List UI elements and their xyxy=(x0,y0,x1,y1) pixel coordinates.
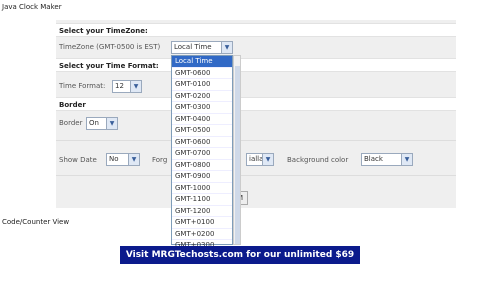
dropdown-scrollbar[interactable] xyxy=(233,55,241,245)
chevron-down-icon[interactable]: ▼ xyxy=(128,154,139,165)
show-date-label: Show Date xyxy=(59,156,97,164)
border-select[interactable]: On ▼ xyxy=(86,117,118,130)
dropdown-option[interactable]: GMT-0300 xyxy=(172,102,232,114)
dropdown-option[interactable]: GMT-0200 xyxy=(172,91,232,102)
timezone-dropdown-list[interactable]: Local Time GMT-0600 GMT-0100 GMT-0200 GMT-03… xyxy=(171,55,233,252)
timeformat-select-value: 12 xyxy=(115,82,124,90)
dropdown-option[interactable]: GMT-0400 xyxy=(172,114,232,125)
chevron-down-icon[interactable]: ▼ xyxy=(221,42,232,53)
chevron-down-icon[interactable]: ▼ xyxy=(401,154,412,165)
background-color-select-value: Black xyxy=(364,155,383,163)
dropdown-option[interactable]: GMT-1000 xyxy=(172,183,232,194)
font-select[interactable]: ialla ▼ xyxy=(246,153,274,166)
dropdown-option[interactable]: GMT-0600 xyxy=(172,137,232,148)
settings-panel: Select your TimeZone: TimeZone (GMT-0500… xyxy=(56,20,456,208)
dropdown-option[interactable]: GMT-0900 xyxy=(172,171,232,183)
dropdown-option[interactable]: GMT-0500 xyxy=(172,125,232,137)
chevron-down-icon[interactable]: ▼ xyxy=(106,118,117,129)
border-label: Border xyxy=(59,119,83,127)
timezone-select[interactable]: Local Time ▼ xyxy=(171,41,233,54)
dropdown-option[interactable]: GMT+0200 xyxy=(172,229,232,240)
ad-banner[interactable]: Visit MRGTechosts.com for our unlimited … xyxy=(120,246,360,278)
dropdown-option[interactable]: GMT-0700 xyxy=(172,148,232,160)
show-date-select[interactable]: No ▼ xyxy=(106,153,140,166)
app-title: Java Clock Maker xyxy=(2,3,62,11)
border-select-value: On xyxy=(89,119,99,127)
border-header: Border xyxy=(56,97,456,111)
divider xyxy=(56,175,456,176)
timeformat-select[interactable]: 12 ▼ xyxy=(112,80,142,93)
timezone-label: TimeZone (GMT-0500 is EST) xyxy=(59,43,161,51)
show-date-select-value: No xyxy=(109,155,119,163)
code-counter-view-label: Code/Counter View xyxy=(2,218,70,226)
timeformat-label: Time Format: xyxy=(59,82,106,90)
dropdown-option[interactable]: GMT-0800 xyxy=(172,160,232,171)
dropdown-option[interactable]: GMT-0100 xyxy=(172,79,232,91)
timeformat-header: Select your Time Format: xyxy=(56,58,456,72)
dropdown-option[interactable]: Local Time xyxy=(172,56,232,68)
chevron-down-icon[interactable]: ▼ xyxy=(262,154,273,165)
timezone-header: Select your TimeZone: xyxy=(56,23,456,37)
divider xyxy=(56,140,456,141)
scrollbar-thumb[interactable] xyxy=(235,66,240,244)
background-color-select[interactable]: Black ▼ xyxy=(361,153,413,166)
dropdown-option[interactable]: GMT+0100 xyxy=(172,217,232,229)
dropdown-option[interactable]: GMT-0600 xyxy=(172,68,232,79)
chevron-down-icon[interactable]: ▼ xyxy=(130,81,141,92)
dropdown-option[interactable]: GMT-1200 xyxy=(172,206,232,217)
background-color-label: Background color xyxy=(287,156,349,164)
timezone-select-value: Local Time xyxy=(174,43,212,51)
dropdown-option[interactable]: GMT-1100 xyxy=(172,194,232,206)
font-label: Forg xyxy=(152,156,168,164)
